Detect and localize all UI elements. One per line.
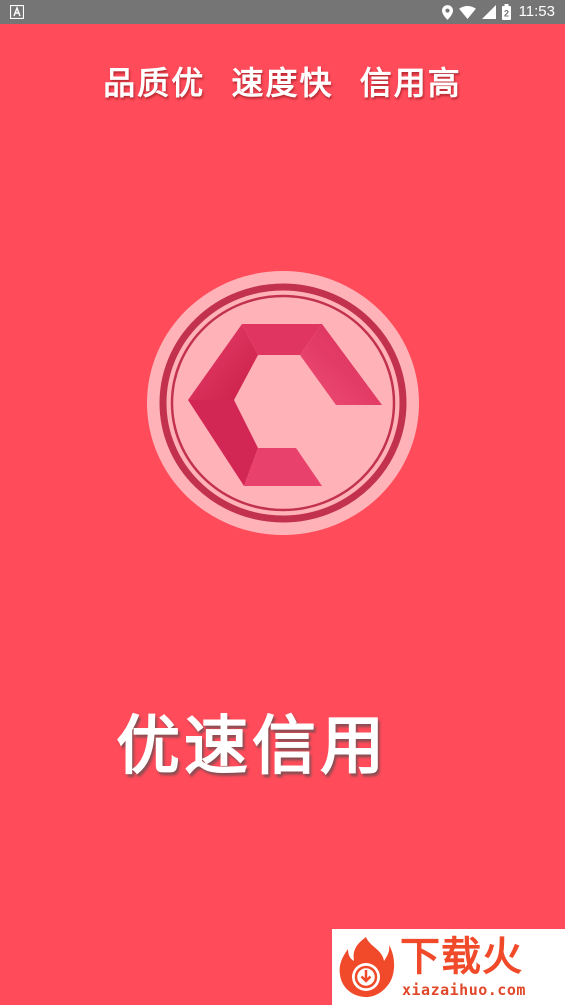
- cellular-signal-icon: [481, 5, 496, 19]
- notification-app-icon: [10, 5, 24, 19]
- battery-icon: 2: [501, 4, 511, 20]
- watermark-url: xiazaihuo.com: [402, 981, 526, 999]
- app-name: 优速信用: [116, 710, 388, 784]
- watermark-title: 下载火: [400, 934, 523, 980]
- status-icons: 2 11:53: [441, 0, 555, 24]
- app-logo-icon: [147, 271, 419, 535]
- watermark-badge: 下载火 xiazaihuo.com: [332, 929, 565, 1005]
- location-icon: [441, 4, 453, 20]
- wifi-icon: [458, 5, 476, 19]
- flame-download-icon: [339, 937, 395, 997]
- slogan: 品质优 速度快 信用高: [103, 64, 462, 102]
- status-bar: 2 11:53: [0, 0, 565, 24]
- battery-level-text: 2: [504, 9, 509, 19]
- status-time: 11:53: [518, 3, 555, 20]
